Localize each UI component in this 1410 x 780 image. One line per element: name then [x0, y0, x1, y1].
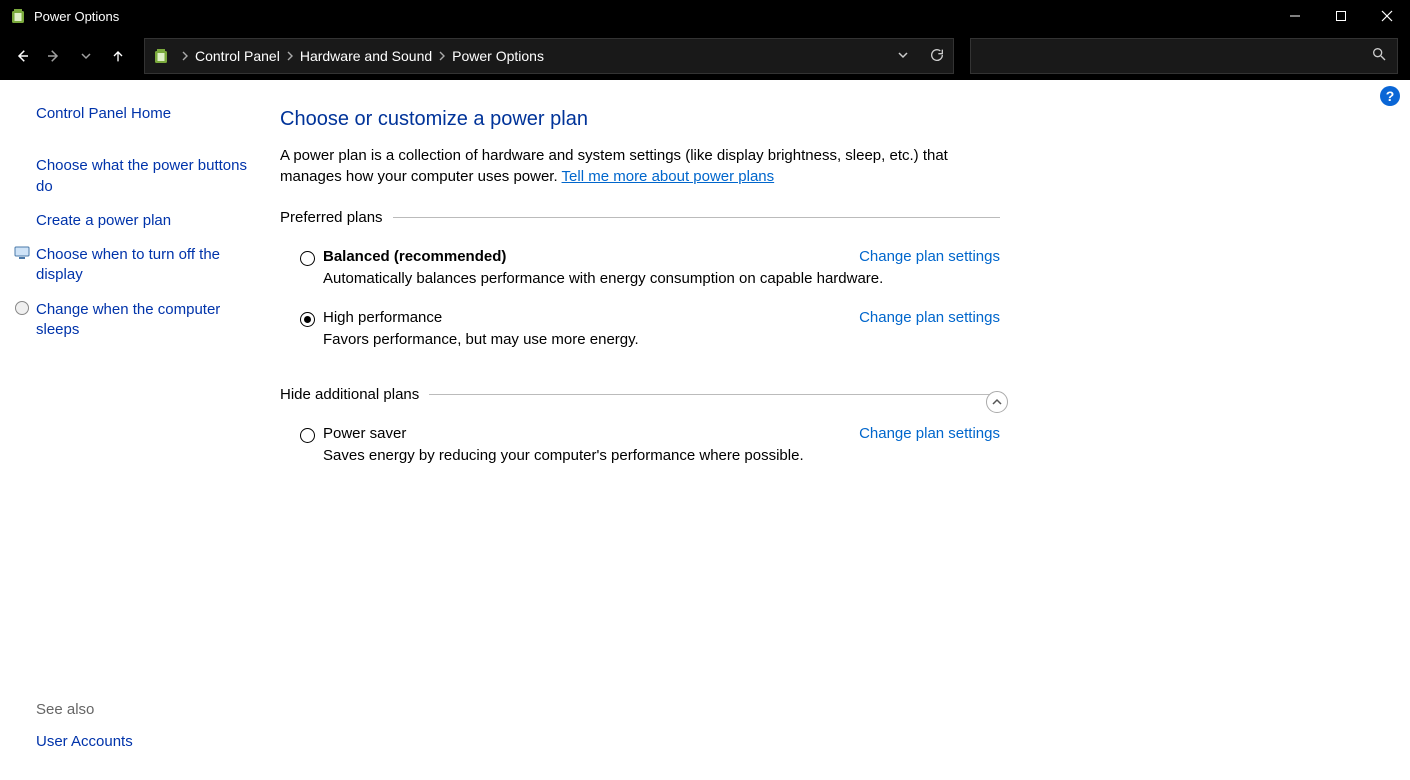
chevron-down-icon[interactable]	[897, 48, 909, 64]
radio-power-saver[interactable]	[300, 428, 315, 443]
preferred-plans-legend: Preferred plans	[280, 209, 393, 226]
create-power-plan-link[interactable]: Create a power plan	[36, 211, 250, 231]
change-settings-balanced-link[interactable]: Change plan settings	[859, 248, 1000, 265]
chevron-right-icon[interactable]	[280, 51, 300, 61]
refresh-button[interactable]	[929, 47, 945, 66]
window-title: Power Options	[34, 9, 119, 24]
page-heading: Choose or customize a power plan	[280, 108, 1370, 131]
user-accounts-link[interactable]: User Accounts	[36, 732, 250, 752]
address-bar[interactable]: Control Panel Hardware and Sound Power O…	[144, 38, 954, 74]
forward-button[interactable]	[44, 46, 64, 66]
control-panel-home-link[interactable]: Control Panel Home	[36, 104, 250, 124]
breadcrumb-hardware-sound[interactable]: Hardware and Sound	[300, 48, 432, 64]
sidebar: Control Panel Home Choose what the power…	[0, 80, 260, 780]
plan-balanced: Balanced (recommended) Change plan setti…	[280, 242, 1000, 303]
search-icon[interactable]	[1371, 46, 1387, 66]
hide-plans-legend: Hide additional plans	[280, 386, 429, 403]
breadcrumb-control-panel[interactable]: Control Panel	[195, 48, 280, 64]
minimize-button[interactable]	[1272, 0, 1318, 32]
choose-power-buttons-link[interactable]: Choose what the power buttons do	[36, 156, 250, 197]
breadcrumb-power-options[interactable]: Power Options	[452, 48, 544, 64]
computer-sleeps-link[interactable]: Change when the computer sleeps	[36, 300, 250, 341]
maximize-button[interactable]	[1318, 0, 1364, 32]
content-area: Control Panel Home Choose what the power…	[0, 80, 1410, 780]
plan-balanced-name[interactable]: Balanced (recommended)	[323, 248, 506, 265]
search-input[interactable]	[981, 48, 1371, 64]
recent-dropdown-icon[interactable]	[76, 46, 96, 66]
search-bar[interactable]	[970, 38, 1398, 74]
radio-high-performance[interactable]	[300, 312, 315, 327]
page-description: A power plan is a collection of hardware…	[280, 145, 1000, 187]
close-button[interactable]	[1364, 0, 1410, 32]
plan-balanced-desc: Automatically balances performance with …	[323, 270, 1000, 287]
battery-icon	[10, 8, 26, 24]
help-icon[interactable]: ?	[1380, 86, 1400, 106]
additional-plans-group: Hide additional plans Power saver Change…	[280, 386, 1000, 480]
up-button[interactable]	[108, 46, 128, 66]
nav-arrows	[12, 46, 128, 66]
collapse-toggle[interactable]	[986, 391, 1008, 413]
turn-off-display-link[interactable]: Choose when to turn off the display	[36, 245, 250, 286]
plan-power-saver: Power saver Change plan settings Saves e…	[280, 419, 1000, 480]
main-panel: ? Choose or customize a power plan A pow…	[260, 80, 1410, 780]
plan-high-desc: Favors performance, but may use more ene…	[323, 331, 1000, 348]
plan-saver-desc: Saves energy by reducing your computer's…	[323, 447, 1000, 464]
navbar: Control Panel Hardware and Sound Power O…	[0, 32, 1410, 80]
back-button[interactable]	[12, 46, 32, 66]
plan-saver-name[interactable]: Power saver	[323, 425, 406, 442]
window-controls	[1272, 0, 1410, 32]
monitor-icon	[14, 245, 30, 261]
chevron-right-icon[interactable]	[432, 51, 452, 61]
see-also-label: See also	[36, 701, 250, 718]
preferred-plans-group: Preferred plans Balanced (recommended) C…	[280, 209, 1000, 364]
moon-icon	[14, 300, 30, 316]
plan-high-performance: High performance Change plan settings Fa…	[280, 303, 1000, 364]
battery-icon	[153, 48, 169, 64]
plan-high-name[interactable]: High performance	[323, 309, 442, 326]
change-settings-high-link[interactable]: Change plan settings	[859, 309, 1000, 326]
chevron-right-icon[interactable]	[175, 51, 195, 61]
radio-balanced[interactable]	[300, 251, 315, 266]
change-settings-saver-link[interactable]: Change plan settings	[859, 425, 1000, 442]
titlebar: Power Options	[0, 0, 1410, 32]
tell-me-more-link[interactable]: Tell me more about power plans	[562, 168, 775, 185]
